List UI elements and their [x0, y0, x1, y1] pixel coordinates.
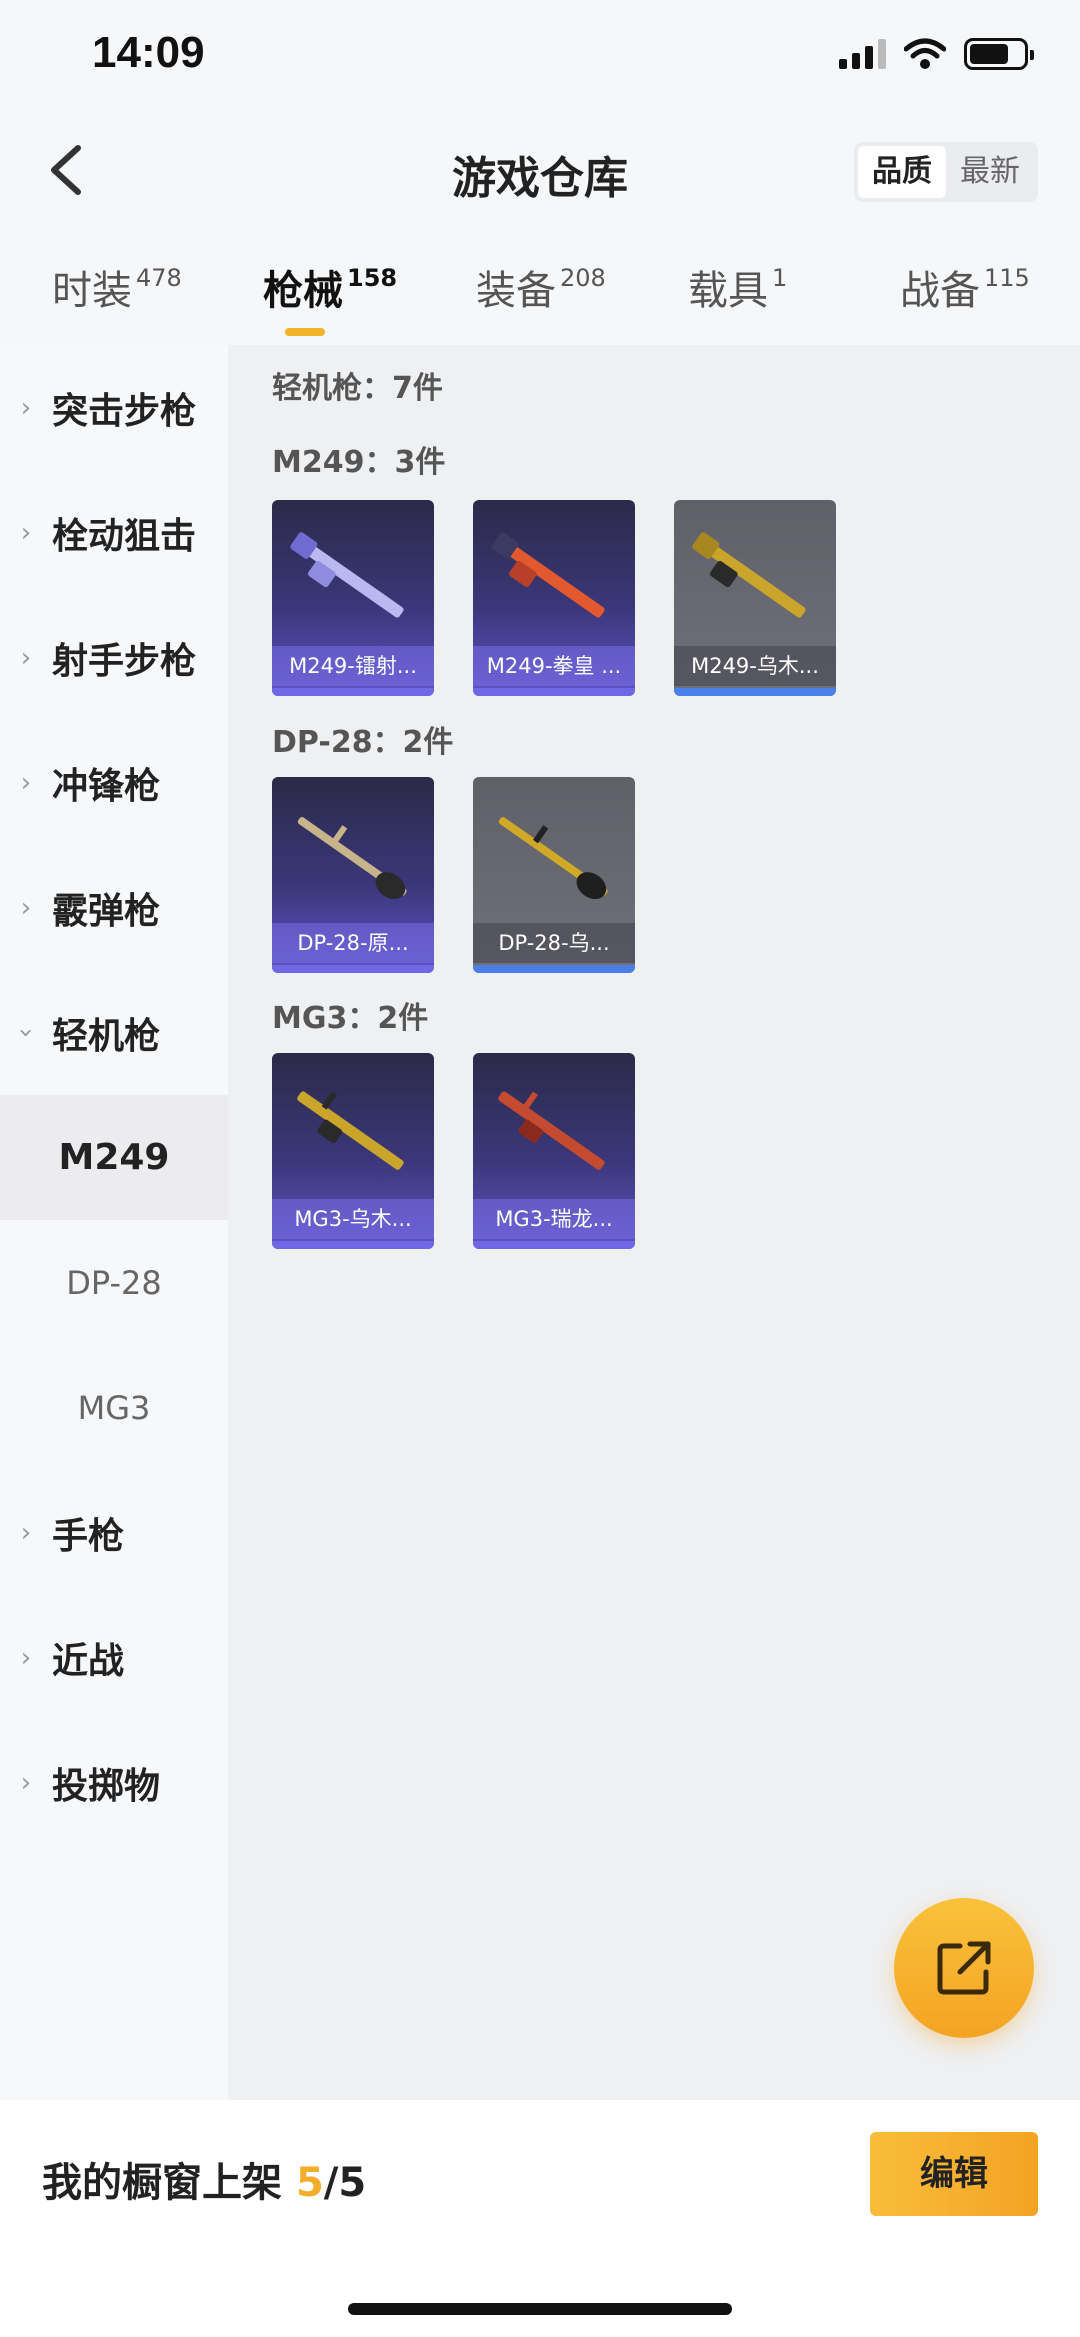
sidebar-item-pistol[interactable]: › 手枪	[0, 1470, 228, 1595]
status-bar: 14:09	[0, 0, 1080, 120]
sidebar-item-shotgun[interactable]: › 霰弹枪	[0, 845, 228, 970]
gun-image	[297, 1091, 404, 1170]
tab-fashion[interactable]: 时装 478	[52, 258, 182, 316]
edit-button[interactable]: 编辑	[870, 2132, 1038, 2216]
group-title-dp28: DP-28：2件	[272, 725, 454, 760]
status-time: 14:09	[92, 28, 205, 77]
item-grid-panel: 轻机枪：7件 M249：3件 M249-镭射... M249-拳皇 ... M2…	[228, 345, 1080, 2100]
sort-toggle: 品质 最新	[854, 142, 1038, 202]
home-indicator	[348, 2303, 732, 2315]
tab-vehicles[interactable]: 载具 1	[688, 258, 787, 316]
sidebar-item-smg[interactable]: › 冲锋枪	[0, 720, 228, 845]
rarity-bar	[473, 1241, 635, 1249]
gun-image	[290, 532, 404, 618]
sort-quality-button[interactable]: 品质	[858, 146, 946, 198]
share-fab-button[interactable]	[894, 1898, 1034, 2038]
chevron-right-icon: ›	[20, 767, 32, 798]
sidebar-item-lmg[interactable]: › 轻机枪	[0, 970, 228, 1095]
gun-image	[297, 817, 407, 900]
showcase-count: 我的橱窗上架 5/5	[42, 2160, 367, 2206]
group-title-mg3: MG3：2件	[272, 1001, 429, 1036]
tab-supplies[interactable]: 战备 115	[900, 258, 1030, 316]
rarity-bar	[674, 688, 836, 696]
chevron-right-icon: ›	[20, 892, 32, 923]
sidebar-item-marksman-rifle[interactable]: › 射手步枪	[0, 595, 228, 720]
chevron-right-icon: ›	[20, 392, 32, 423]
rarity-bar	[272, 1241, 434, 1249]
wifi-icon	[904, 38, 946, 69]
chevron-right-icon: ›	[20, 1642, 32, 1673]
chevron-right-icon: ›	[20, 642, 32, 673]
rarity-bar	[272, 688, 434, 696]
tab-guns[interactable]: 枪械 158	[263, 258, 397, 336]
signal-icon	[839, 39, 886, 69]
group-title-m249: M249：3件	[272, 445, 446, 480]
chevron-right-icon: ›	[20, 1767, 32, 1798]
sidebar-item-melee[interactable]: › 近战	[0, 1595, 228, 1720]
item-card[interactable]: MG3-瑞龙...	[473, 1053, 635, 1249]
rarity-bar	[473, 688, 635, 696]
chevron-right-icon: ›	[20, 517, 32, 548]
chevron-right-icon: ›	[20, 1517, 32, 1548]
gun-image	[498, 817, 608, 900]
sidebar-item-assault-rifle[interactable]: › 突击步枪	[0, 345, 228, 470]
sort-newest-button[interactable]: 最新	[946, 146, 1034, 198]
sidebar-subitem-dp28[interactable]: DP-28	[0, 1220, 228, 1345]
sidebar-subitem-mg3[interactable]: MG3	[0, 1345, 228, 1470]
item-card[interactable]: M249-乌木...	[674, 500, 836, 696]
sidebar-subitem-m249[interactable]: M249	[0, 1095, 228, 1220]
gun-image	[692, 532, 806, 618]
item-card[interactable]: M249-镭射...	[272, 500, 434, 696]
item-card[interactable]: M249-拳皇 ...	[473, 500, 635, 696]
status-icons	[839, 38, 1034, 70]
rarity-bar	[473, 965, 635, 973]
sidebar: › 突击步枪 › 栓动狙击 › 射手步枪 › 冲锋枪 › 霰弹枪 › 轻机枪 M249 DP…	[0, 345, 228, 2100]
item-card[interactable]: DP-28-原...	[272, 777, 434, 973]
share-icon	[937, 1941, 991, 1995]
section-summary: 轻机枪：7件	[272, 371, 443, 406]
battery-icon	[964, 38, 1034, 70]
chevron-down-icon: ›	[11, 1027, 41, 1038]
gun-image	[498, 1091, 605, 1170]
sidebar-item-bolt-sniper[interactable]: › 栓动狙击	[0, 470, 228, 595]
item-card[interactable]: DP-28-乌...	[473, 777, 635, 973]
active-tab-indicator	[285, 328, 325, 336]
category-tabs: 时装 478 枪械 158 装备 208 载具 1 战备 115	[0, 250, 1080, 345]
sidebar-item-throwables[interactable]: › 投掷物	[0, 1720, 228, 1845]
rarity-bar	[272, 965, 434, 973]
bottom-bar: 我的橱窗上架 5/5 编辑	[0, 2100, 1080, 2337]
item-card[interactable]: MG3-乌木...	[272, 1053, 434, 1249]
tab-equipment[interactable]: 装备 208	[476, 258, 606, 316]
header: 游戏仓库 品质 最新	[0, 120, 1080, 220]
gun-image	[491, 532, 605, 618]
